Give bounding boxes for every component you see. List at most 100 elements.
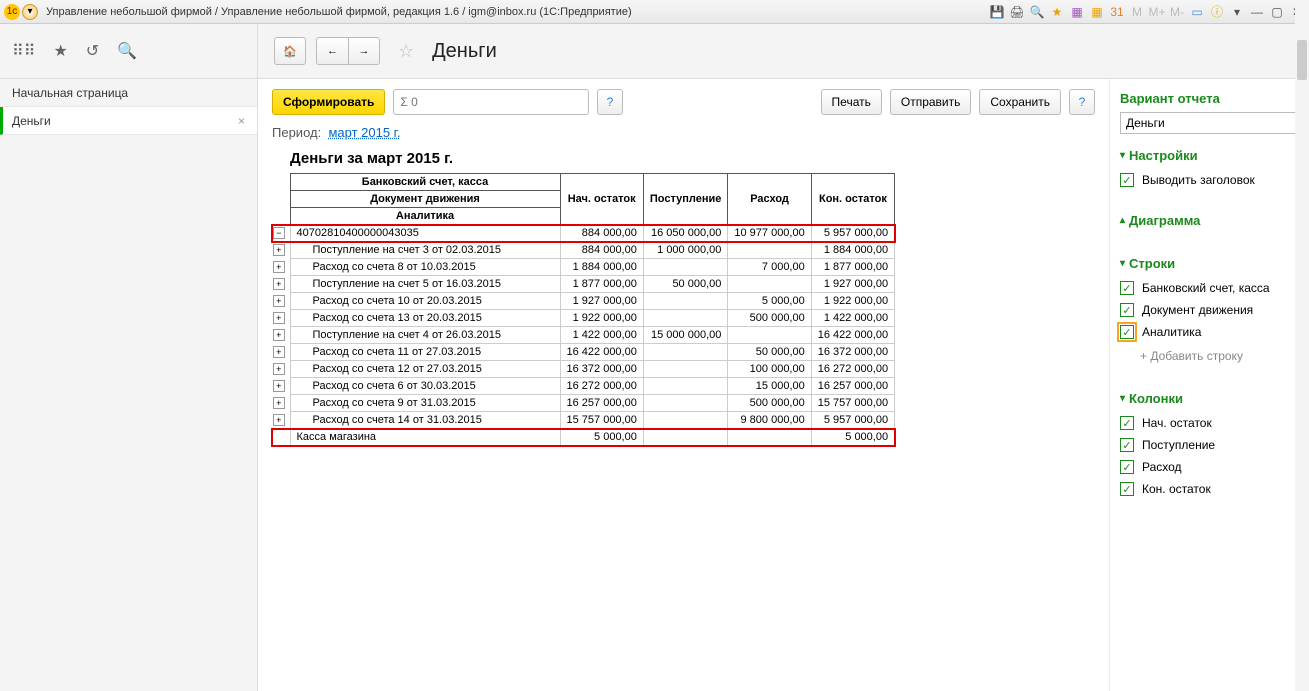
sidebar-item-money[interactable]: Деньги × bbox=[0, 107, 257, 135]
chk-row-doc[interactable]: ✓Документ движения bbox=[1120, 299, 1299, 321]
chk-row-analytics[interactable]: ✓Аналитика bbox=[1120, 321, 1299, 343]
settings-scrollbar[interactable] bbox=[1295, 79, 1309, 691]
row-name: 40702810400000043035 bbox=[290, 225, 560, 242]
send-button[interactable]: Отправить bbox=[890, 89, 972, 115]
chk-col-start[interactable]: ✓Нач. остаток bbox=[1120, 412, 1299, 434]
sum-search-input[interactable] bbox=[393, 89, 589, 115]
expand-icon[interactable]: + bbox=[273, 278, 285, 290]
m-icon[interactable]: M bbox=[1129, 4, 1145, 20]
info-icon[interactable]: ⓘ bbox=[1209, 4, 1225, 20]
print-icon[interactable]: 🖨 bbox=[1009, 4, 1025, 20]
back-button[interactable]: ← bbox=[316, 37, 348, 65]
expand-icon[interactable]: + bbox=[273, 397, 285, 409]
chk-col-out[interactable]: ✓Расход bbox=[1120, 456, 1299, 478]
print-button[interactable]: Печать bbox=[821, 89, 882, 115]
table-row[interactable]: +Расход со счета 12 от 27.03.201516 372 … bbox=[272, 361, 895, 378]
grid2-icon[interactable]: ▦ bbox=[1089, 4, 1105, 20]
cell-value: 1 884 000,00 bbox=[560, 259, 643, 276]
cell-value bbox=[643, 378, 728, 395]
table-row[interactable]: +Расход со счета 6 от 30.03.201516 272 0… bbox=[272, 378, 895, 395]
expand-icon[interactable]: + bbox=[273, 312, 285, 324]
cell-value: 1 922 000,00 bbox=[811, 293, 894, 310]
cell-value: 1 884 000,00 bbox=[811, 242, 894, 259]
section-diagram[interactable]: ▸Диаграмма bbox=[1120, 213, 1299, 228]
expand-icon[interactable]: + bbox=[273, 363, 285, 375]
table-row[interactable]: +Расход со счета 10 от 20.03.20151 927 0… bbox=[272, 293, 895, 310]
cell-value bbox=[643, 310, 728, 327]
table-row[interactable]: Касса магазина5 000,005 000,00 bbox=[272, 429, 895, 446]
cell-value bbox=[643, 293, 728, 310]
table-row[interactable]: +Поступление на счет 5 от 16.03.20151 87… bbox=[272, 276, 895, 293]
m-plus-icon[interactable]: M+ bbox=[1149, 4, 1165, 20]
chk-row-account[interactable]: ✓Банковский счет, касса bbox=[1120, 277, 1299, 299]
home-button[interactable]: 🏠 bbox=[274, 37, 306, 65]
cell-value: 10 977 000,00 bbox=[728, 225, 811, 242]
calendar-icon[interactable]: 31 bbox=[1109, 4, 1125, 20]
row-name: Поступление на счет 4 от 26.03.2015 bbox=[290, 327, 560, 344]
col-header-doc: Документ движения bbox=[290, 191, 560, 208]
table-row[interactable]: +Расход со счета 14 от 31.03.201515 757 … bbox=[272, 412, 895, 429]
dropdown2-icon[interactable]: ▾ bbox=[1229, 4, 1245, 20]
m-minus-icon[interactable]: M- bbox=[1169, 4, 1185, 20]
sidebar: Начальная страница Деньги × bbox=[0, 79, 258, 691]
preview-icon[interactable]: 🔍 bbox=[1029, 4, 1045, 20]
sidebar-item-home[interactable]: Начальная страница bbox=[0, 79, 257, 107]
action-bar: Сформировать ? Печать Отправить Сохранит… bbox=[272, 89, 1095, 115]
expand-icon[interactable]: + bbox=[273, 346, 285, 358]
panels-icon[interactable]: ▭ bbox=[1189, 4, 1205, 20]
maximize-icon[interactable]: ▢ bbox=[1269, 4, 1285, 20]
search-icon[interactable]: 🔍 bbox=[117, 41, 137, 61]
row-name: Расход со счета 8 от 10.03.2015 bbox=[290, 259, 560, 276]
help-search-button[interactable]: ? bbox=[597, 89, 623, 115]
table-row[interactable]: +Поступление на счет 3 от 02.03.2015884 … bbox=[272, 242, 895, 259]
section-rows[interactable]: ▾Строки bbox=[1120, 256, 1299, 271]
section-settings[interactable]: ▾Настройки bbox=[1120, 148, 1299, 163]
expand-icon[interactable]: + bbox=[273, 261, 285, 273]
cell-value: 15 000 000,00 bbox=[643, 327, 728, 344]
expand-icon[interactable]: + bbox=[273, 414, 285, 426]
section-cols[interactable]: ▾Колонки bbox=[1120, 391, 1299, 406]
cell-value: 15 757 000,00 bbox=[811, 395, 894, 412]
close-tab-icon[interactable]: × bbox=[238, 114, 245, 128]
apps-grid-icon[interactable]: ⠿⠿ bbox=[12, 41, 35, 61]
variant-input[interactable] bbox=[1120, 112, 1299, 134]
grid1-icon[interactable]: ▦ bbox=[1069, 4, 1085, 20]
add-row-link[interactable]: + Добавить строку bbox=[1120, 343, 1299, 369]
expand-icon[interactable]: + bbox=[273, 244, 285, 256]
save-button[interactable]: Сохранить bbox=[979, 89, 1061, 115]
app-dropdown-icon[interactable]: ▾ bbox=[22, 4, 38, 20]
checkbox-icon: ✓ bbox=[1120, 303, 1134, 317]
checkbox-icon: ✓ bbox=[1120, 482, 1134, 496]
expand-icon[interactable]: + bbox=[273, 380, 285, 392]
star-icon[interactable]: ★ bbox=[53, 41, 67, 61]
generate-button[interactable]: Сформировать bbox=[272, 89, 385, 115]
save-icon[interactable]: 💾 bbox=[989, 4, 1005, 20]
table-row[interactable]: + Расход со счета 8 от 10.03.20151 884 00… bbox=[272, 259, 895, 276]
row-name: Касса магазина bbox=[290, 429, 560, 446]
chk-col-end[interactable]: ✓Кон. остаток bbox=[1120, 478, 1299, 500]
cell-value: 5 000,00 bbox=[811, 429, 894, 446]
cell-value: 50 000,00 bbox=[728, 344, 811, 361]
page-favorite-icon[interactable]: ☆ bbox=[398, 41, 414, 62]
table-row[interactable]: +Расход со счета 11 от 27.03.201516 422 … bbox=[272, 344, 895, 361]
table-row[interactable]: +Поступление на счет 4 от 26.03.20151 42… bbox=[272, 327, 895, 344]
help-button[interactable]: ? bbox=[1069, 89, 1095, 115]
toolbar-left: ⠿⠿ ★ ↺ 🔍 bbox=[0, 24, 258, 78]
minimize-icon[interactable]: — bbox=[1249, 4, 1265, 20]
expand-icon[interactable]: + bbox=[273, 295, 285, 307]
chk-col-in[interactable]: ✓Поступление bbox=[1120, 434, 1299, 456]
table-row[interactable]: +Расход со счета 9 от 31.03.201516 257 0… bbox=[272, 395, 895, 412]
cell-value: 16 272 000,00 bbox=[560, 378, 643, 395]
expand-icon[interactable]: + bbox=[273, 329, 285, 341]
row-name: Поступление на счет 5 от 16.03.2015 bbox=[290, 276, 560, 293]
period-value-link[interactable]: март 2015 г. bbox=[328, 125, 400, 140]
history-icon[interactable]: ↺ bbox=[86, 41, 99, 61]
report: Деньги за март 2015 г. Банковский счет, … bbox=[272, 150, 1095, 446]
table-row[interactable]: −40702810400000043035884 000,0016 050 00… bbox=[272, 225, 895, 242]
table-row[interactable]: +Расход со счета 13 от 20.03.20151 922 0… bbox=[272, 310, 895, 327]
favorite-icon[interactable]: ★ bbox=[1049, 4, 1065, 20]
collapse-icon[interactable]: − bbox=[273, 227, 285, 239]
cell-value: 16 372 000,00 bbox=[560, 361, 643, 378]
forward-button[interactable]: → bbox=[348, 37, 380, 65]
chk-show-header[interactable]: ✓ Выводить заголовок bbox=[1120, 169, 1299, 191]
